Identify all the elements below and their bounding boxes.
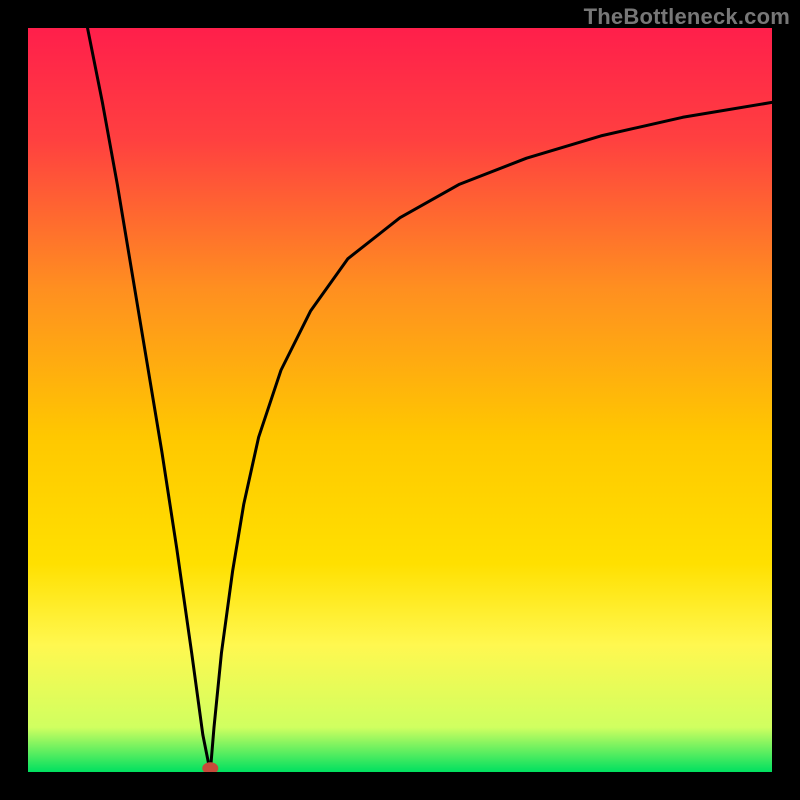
watermark-text: TheBottleneck.com: [584, 4, 790, 30]
gradient-background: [28, 28, 772, 772]
plot-area: [28, 28, 772, 772]
chart-svg: [28, 28, 772, 772]
chart-frame: TheBottleneck.com: [0, 0, 800, 800]
